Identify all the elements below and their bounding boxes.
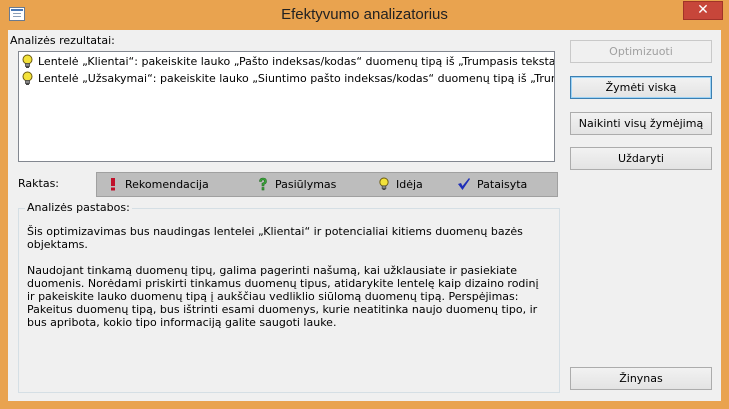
select-all-button[interactable]: Žymėti viską: [570, 76, 712, 99]
results-item-text: Lentelė „Klientai“: pakeiskite lauko „Pa…: [38, 55, 555, 68]
deselect-all-button[interactable]: Naikinti visų žymėjimą: [570, 112, 712, 135]
window-title: Efektyvumo analizatorius: [281, 6, 448, 23]
suggestion-icon: [257, 177, 275, 191]
close-window-button[interactable]: ✕: [683, 1, 723, 20]
dialog-window: Efektyvumo analizatorius ✕ Analizės rezu…: [0, 0, 729, 409]
results-list-item[interactable]: Lentelė „Užsakymai“: pakeiskite lauko „S…: [21, 71, 555, 87]
title-bar[interactable]: Efektyvumo analizatorius ✕: [0, 0, 729, 30]
key-legend: Rekomendacija Pasiūlymas Idėja Pataisyta: [96, 172, 558, 197]
key-label: Raktas:: [18, 177, 60, 190]
legend-label: Idėja: [396, 178, 423, 191]
idea-bulb-icon: [21, 71, 34, 86]
notes-paragraph: Naudojant tinkamą duomenų tipų, galima p…: [27, 264, 539, 329]
recommendation-icon: [107, 178, 125, 191]
results-list[interactable]: Lentelė „Klientai“: pakeiskite lauko „Pa…: [18, 51, 555, 162]
results-label: Analizės rezultatai:: [10, 34, 115, 47]
notes-text: Šis optimizavimas bus naudingas lentelei…: [27, 225, 547, 342]
legend-label: Pataisyta: [477, 178, 528, 191]
fixed-check-icon: [457, 178, 477, 191]
dialog-client-area: Analizės rezultatai: Lentelė „Klientai“:…: [8, 30, 721, 401]
idea-bulb-icon: [21, 54, 34, 69]
notes-label: Analizės pastabos:: [25, 201, 132, 214]
legend-item-idea: Idėja: [378, 177, 423, 192]
legend-item-suggestion: Pasiūlymas: [257, 177, 336, 192]
legend-item-fixed: Pataisyta: [457, 177, 527, 192]
legend-label: Pasiūlymas: [275, 178, 337, 191]
results-item-text: Lentelė „Užsakymai“: pakeiskite lauko „S…: [38, 72, 555, 85]
analysis-notes-group: Analizės pastabos: Šis optimizavimas bus…: [18, 201, 560, 393]
legend-item-recommendation: Rekomendacija: [107, 177, 209, 192]
optimize-button[interactable]: Optimizuoti: [570, 40, 712, 63]
close-button[interactable]: Uždaryti: [570, 147, 712, 170]
idea-bulb-icon: [378, 177, 396, 191]
legend-label: Rekomendacija: [125, 178, 209, 191]
results-list-item[interactable]: Lentelė „Klientai“: pakeiskite lauko „Pa…: [21, 54, 555, 70]
notes-paragraph: Šis optimizavimas bus naudingas lentelei…: [27, 225, 523, 251]
help-button[interactable]: Žinynas: [570, 367, 712, 390]
